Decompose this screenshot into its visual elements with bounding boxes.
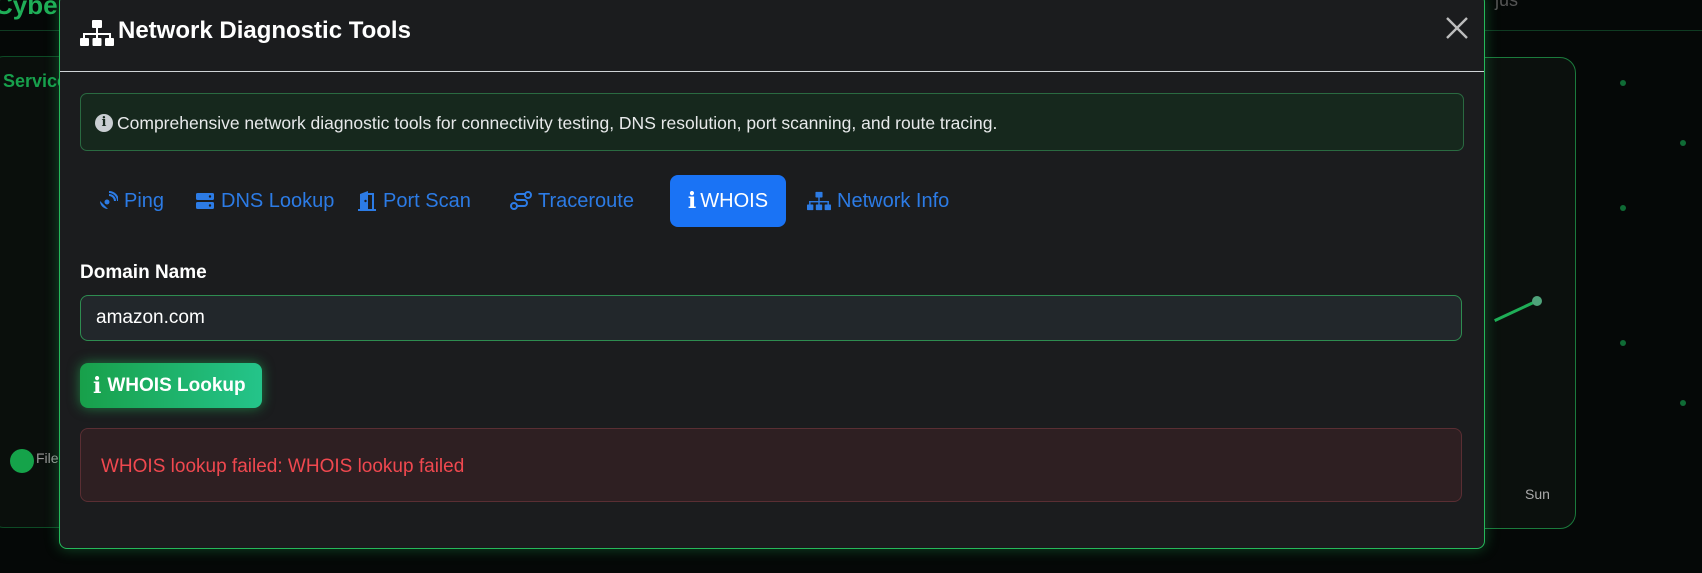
server-icon: [196, 193, 214, 209]
close-icon[interactable]: [1442, 13, 1472, 43]
domain-name-label: Domain Name: [80, 262, 207, 283]
tab-port-scan[interactable]: Port Scan: [357, 175, 471, 227]
tab-label: Traceroute: [538, 189, 634, 212]
background-legend-dot: [10, 449, 34, 473]
background-axis-label: Sun: [1525, 486, 1550, 502]
background-circuit-dot: [1680, 140, 1686, 146]
network-wired-icon: [807, 191, 831, 211]
background-circuit-dot: [1620, 205, 1626, 211]
tab-label: Port Scan: [383, 189, 471, 212]
tab-whois[interactable]: i WHOIS: [670, 175, 786, 227]
background-card-title: Service: [3, 71, 68, 91]
tab-label: WHOIS: [700, 189, 769, 212]
tab-label: Ping: [124, 189, 165, 212]
background-chart-point: [1532, 296, 1542, 306]
network-wired-icon: [80, 20, 114, 46]
tab-label: Network Info: [837, 189, 950, 212]
tab-dns-lookup[interactable]: DNS Lookup: [195, 175, 334, 227]
background-circuit-dot: [1620, 80, 1626, 86]
satellite-dish-icon: [100, 191, 118, 209]
info-alert: i Comprehensive network diagnostic tools…: [80, 93, 1464, 151]
info-circle-icon: i: [95, 114, 113, 132]
door-open-icon: [358, 191, 376, 211]
tab-ping[interactable]: Ping: [98, 175, 164, 227]
background-circuit-dot: [1680, 400, 1686, 406]
whois-lookup-button-label: WHOIS Lookup: [107, 374, 246, 396]
modal-header: Network Diagnostic Tools: [60, 0, 1484, 72]
error-alert: WHOIS lookup failed: WHOIS lookup failed: [80, 428, 1462, 502]
info-icon: i: [687, 188, 697, 214]
network-diagnostic-modal: Network Diagnostic Tools i Comprehensive…: [59, 0, 1485, 549]
background-legend-label: File: [36, 450, 59, 466]
diagnostic-tabs: Ping DNS Lookup Port Scan Traceroute i W…: [80, 175, 1462, 228]
modal-title: Network Diagnostic Tools: [118, 17, 411, 44]
tab-label: DNS Lookup: [221, 189, 335, 212]
whois-lookup-button[interactable]: i WHOIS Lookup: [80, 363, 262, 408]
tab-traceroute[interactable]: Traceroute: [510, 175, 634, 227]
info-text: Comprehensive network diagnostic tools f…: [117, 113, 998, 133]
background-user: jus: [1495, 0, 1519, 10]
domain-name-input[interactable]: [80, 295, 1462, 341]
info-icon: i: [93, 372, 102, 399]
background-brand: Cyber: [0, 0, 68, 20]
route-icon: [510, 191, 532, 210]
tab-network-info[interactable]: Network Info: [807, 175, 949, 227]
background-circuit-dot: [1620, 340, 1626, 346]
error-message: WHOIS lookup failed: WHOIS lookup failed: [101, 456, 465, 477]
